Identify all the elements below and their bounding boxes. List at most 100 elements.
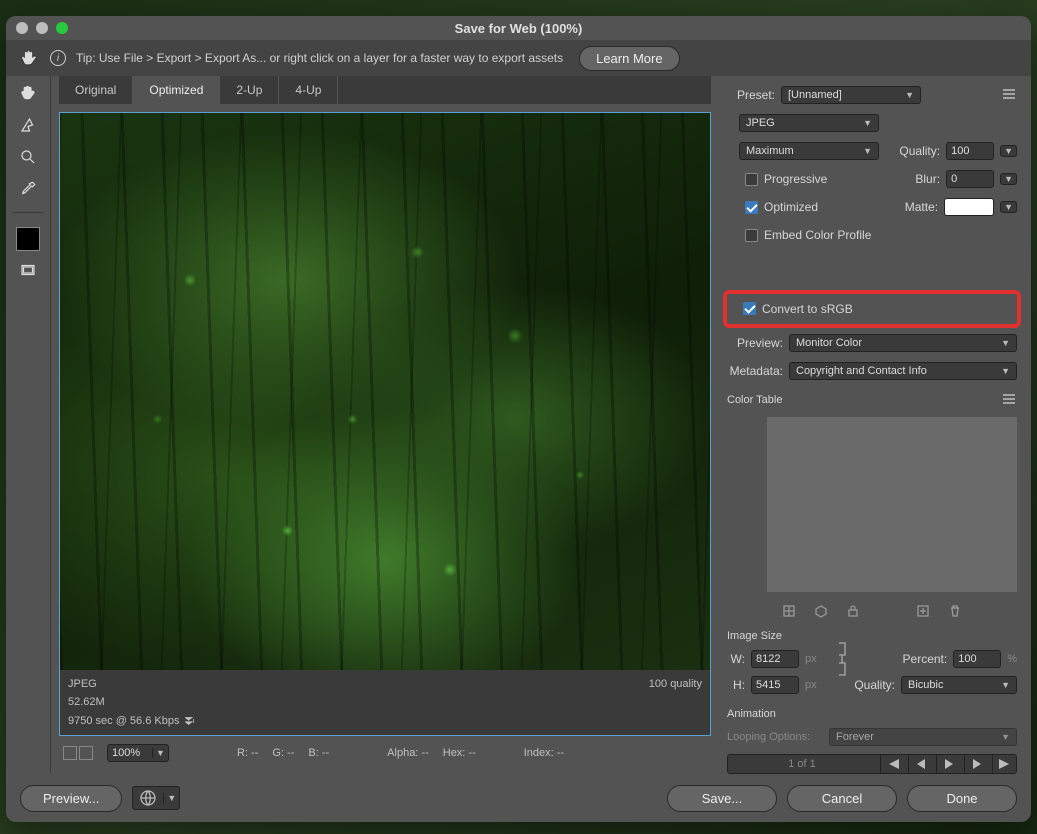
globe-icon xyxy=(133,787,163,809)
meta-download-time: 9750 sec @ 56.6 Kbps xyxy=(68,713,179,730)
tab-optimized[interactable]: Optimized xyxy=(133,76,220,104)
format-select[interactable]: JPEG▼ xyxy=(739,114,879,132)
tab-2up[interactable]: 2-Up xyxy=(220,76,279,104)
meta-filesize: 52.62M xyxy=(68,694,702,711)
preview-tabs: Original Optimized 2-Up 4-Up xyxy=(59,76,711,104)
tip-text: Tip: Use File > Export > Export As... or… xyxy=(76,51,563,65)
color-table xyxy=(767,417,1017,592)
tab-4up[interactable]: 4-Up xyxy=(279,76,338,104)
save-for-web-dialog: Save for Web (100%) i Tip: Use File > Ex… xyxy=(6,16,1031,822)
quality-label: Quality: xyxy=(899,144,940,158)
color-table-flyout[interactable] xyxy=(1003,394,1017,407)
percent-label: Percent: xyxy=(903,652,948,666)
metadata-label: Metadata: xyxy=(727,364,783,378)
optimize-menu-flyout[interactable] xyxy=(1003,88,1017,102)
readout-alpha: Alpha: -- xyxy=(387,747,429,759)
zoom-select[interactable]: ▼ xyxy=(107,744,169,762)
percent-input[interactable] xyxy=(953,650,1001,668)
constrain-proportions-icon[interactable] xyxy=(835,639,849,679)
titlebar: Save for Web (100%) xyxy=(6,16,1031,40)
play-button[interactable] xyxy=(936,755,960,773)
preview-pane[interactable]: JPEG 100 quality 52.62M 9750 sec @ 56.6 … xyxy=(59,112,711,736)
preview-select[interactable]: Monitor Color▼ xyxy=(789,334,1017,352)
height-unit: px xyxy=(805,679,817,691)
ct-trash-icon[interactable] xyxy=(948,604,962,618)
statusbar: ▼ R: -- G: -- B: -- Alpha: -- Hex: -- In… xyxy=(59,740,711,766)
preview-button[interactable]: Preview... xyxy=(20,785,122,812)
embed-profile-checkbox[interactable] xyxy=(745,229,758,242)
readout-index: Index: -- xyxy=(524,747,564,759)
looping-select: Forever▼ xyxy=(829,728,1017,746)
hand-tool[interactable] xyxy=(13,80,43,106)
learn-more-button[interactable]: Learn More xyxy=(579,46,679,71)
chevron-down-icon[interactable]: ▼ xyxy=(152,748,168,758)
color-table-header: Color Table xyxy=(727,394,782,406)
eyedropper-tool[interactable] xyxy=(13,176,43,202)
tab-original[interactable]: Original xyxy=(59,76,133,104)
image-size-header: Image Size xyxy=(727,630,782,642)
quality-input[interactable] xyxy=(946,142,994,160)
readout-hex: Hex: -- xyxy=(443,747,476,759)
chevron-down-icon[interactable]: ▼ xyxy=(163,793,179,803)
ct-shift-icon[interactable] xyxy=(814,604,828,618)
readout-b: B: -- xyxy=(308,747,329,759)
status-icon-2[interactable] xyxy=(79,746,93,760)
first-frame-button[interactable] xyxy=(880,755,904,773)
optimized-label: Optimized xyxy=(764,200,818,214)
frame-counter: 1 of 1 xyxy=(728,758,876,770)
toggle-slices-visibility[interactable] xyxy=(13,257,43,283)
toolstrip xyxy=(6,76,51,774)
prev-frame-button[interactable] xyxy=(908,755,932,773)
preset-label: Preset: xyxy=(727,88,775,102)
animation-controls: 1 of 1 xyxy=(727,754,1017,774)
next-frame-button[interactable] xyxy=(964,755,988,773)
blur-label: Blur: xyxy=(915,172,940,186)
preview-device-select[interactable]: ▼ xyxy=(132,786,180,810)
convert-srgb-label: Convert to sRGB xyxy=(762,302,853,316)
zoom-input[interactable] xyxy=(108,745,152,761)
hand-tool-icon xyxy=(18,47,40,69)
preview-meta: JPEG 100 quality 52.62M 9750 sec @ 56.6 … xyxy=(60,670,710,736)
dialog-footer: Preview... ▼ Save... Cancel Done xyxy=(6,774,1031,822)
compression-select[interactable]: Maximum▼ xyxy=(739,142,879,160)
height-input[interactable] xyxy=(751,676,799,694)
eyedropper-color-swatch[interactable] xyxy=(16,227,40,251)
blur-input[interactable] xyxy=(946,170,994,188)
cancel-button[interactable]: Cancel xyxy=(787,785,897,812)
resample-label: Quality: xyxy=(854,678,895,692)
width-label: W: xyxy=(727,652,745,666)
done-button[interactable]: Done xyxy=(907,785,1017,812)
slice-select-tool[interactable] xyxy=(13,112,43,138)
settings-panel: Preset: [Unnamed]▼ JPEG▼ Maximum▼ Qualit… xyxy=(719,76,1031,774)
blur-dropdown[interactable]: ▼ xyxy=(1000,173,1017,185)
quality-dropdown[interactable]: ▼ xyxy=(1000,145,1017,157)
width-input[interactable] xyxy=(751,650,799,668)
convert-srgb-checkbox[interactable] xyxy=(743,302,756,315)
optimized-checkbox[interactable] xyxy=(745,201,758,214)
matte-color[interactable] xyxy=(944,198,994,216)
progressive-checkbox[interactable] xyxy=(745,173,758,186)
height-label: H: xyxy=(727,678,745,692)
save-button[interactable]: Save... xyxy=(667,785,777,812)
resample-select[interactable]: Bicubic▼ xyxy=(901,676,1017,694)
ct-new-icon[interactable] xyxy=(916,604,930,618)
width-unit: px xyxy=(805,653,817,665)
last-frame-button[interactable] xyxy=(992,755,1016,773)
ct-snap-icon[interactable] xyxy=(782,604,796,618)
info-icon: i xyxy=(50,50,66,66)
tip-bar: i Tip: Use File > Export > Export As... … xyxy=(6,40,1031,76)
matte-dropdown[interactable]: ▼ xyxy=(1000,201,1017,213)
animation-header: Animation xyxy=(727,708,776,720)
meta-quality: 100 quality xyxy=(649,676,702,693)
ct-lock-icon[interactable] xyxy=(846,604,860,618)
metadata-select[interactable]: Copyright and Contact Info▼ xyxy=(789,362,1017,380)
progressive-label: Progressive xyxy=(764,172,827,186)
preview-canvas[interactable] xyxy=(60,113,710,670)
connection-speed-flyout[interactable] xyxy=(185,716,195,726)
zoom-tool[interactable] xyxy=(13,144,43,170)
readout-g: G: -- xyxy=(272,747,294,759)
matte-label: Matte: xyxy=(905,200,938,214)
readout-r: R: -- xyxy=(237,747,258,759)
preset-select[interactable]: [Unnamed]▼ xyxy=(781,86,921,104)
status-icon-1[interactable] xyxy=(63,746,77,760)
